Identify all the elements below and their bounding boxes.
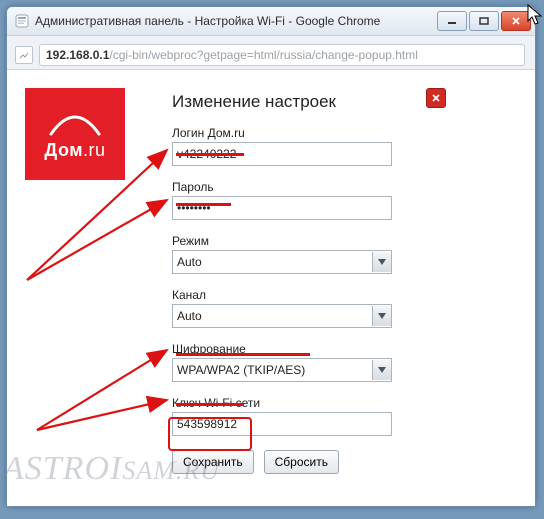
brand-logo: Дом.ru [25, 88, 125, 180]
annotation-underline [176, 153, 244, 156]
save-button[interactable]: Сохранить [172, 450, 254, 474]
minimize-button[interactable] [437, 11, 467, 31]
dialog-close-button[interactable] [426, 88, 446, 108]
channel-select[interactable]: Auto [172, 304, 392, 328]
url-path: /cgi-bin/webproc?getpage=html/russia/cha… [109, 48, 418, 62]
chevron-down-icon [372, 360, 391, 380]
password-label: Пароль [172, 180, 432, 194]
titlebar: Административная панель - Настройка Wi-F… [7, 7, 535, 36]
annotation-underline [176, 203, 231, 206]
close-icon [511, 17, 521, 25]
site-icon [15, 46, 33, 64]
reset-button[interactable]: Сбросить [264, 450, 339, 474]
annotation-underline [176, 353, 310, 356]
channel-value: Auto [177, 309, 202, 323]
encryption-value: WPA/WPA2 (TKIP/AES) [177, 363, 305, 377]
login-label: Логин Дом.ru [172, 126, 432, 140]
annotation-underline [176, 403, 244, 406]
window-close-button[interactable] [501, 11, 531, 31]
page-favicon [15, 14, 29, 28]
mode-value: Auto [177, 255, 202, 269]
page-content: Дом.ru Изменение настроек Логин Дом.ru П… [7, 69, 535, 506]
chevron-down-icon [372, 252, 391, 272]
annotation-box [168, 417, 252, 451]
logo-arc-icon [45, 108, 105, 138]
minimize-icon [447, 17, 457, 25]
channel-label: Канал [172, 288, 432, 302]
window-title: Административная панель - Настройка Wi-F… [35, 14, 435, 28]
url-field[interactable]: 192.168.0.1/cgi-bin/webproc?getpage=html… [39, 44, 525, 66]
maximize-button[interactable] [469, 11, 499, 31]
logo-text: Дом.ru [44, 140, 105, 161]
mode-label: Режим [172, 234, 432, 248]
close-icon [431, 93, 441, 103]
maximize-icon [479, 17, 489, 25]
chevron-down-icon [372, 306, 391, 326]
form-title: Изменение настроек [172, 92, 412, 112]
mode-select[interactable]: Auto [172, 250, 392, 274]
password-input[interactable] [172, 196, 392, 220]
encryption-select[interactable]: WPA/WPA2 (TKIP/AES) [172, 358, 392, 382]
browser-window: Административная панель - Настройка Wi-F… [6, 6, 536, 507]
url-host: 192.168.0.1 [46, 48, 109, 62]
